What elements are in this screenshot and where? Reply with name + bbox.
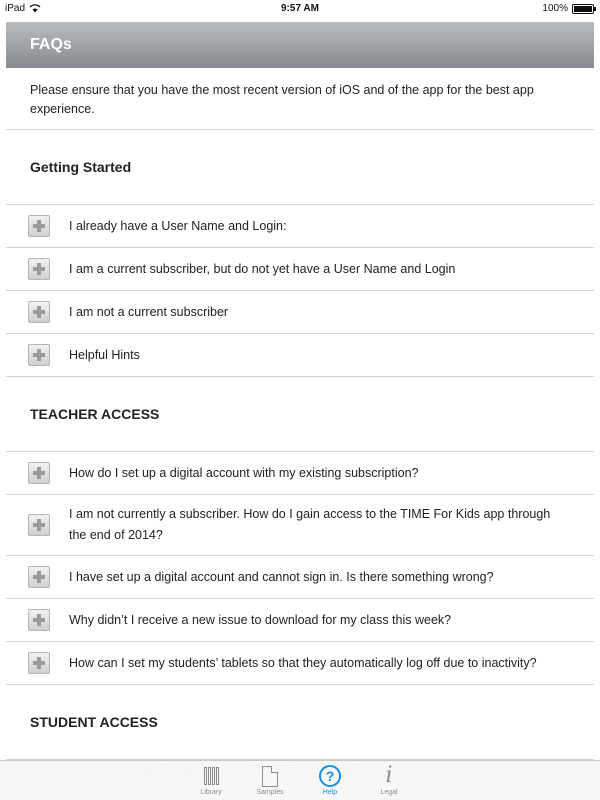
- expand-plus-icon[interactable]: [28, 215, 50, 237]
- faq-item[interactable]: I have set up a digital account and cann…: [6, 556, 594, 599]
- page-title: FAQs: [30, 36, 72, 53]
- tab-label: Samples: [256, 789, 284, 796]
- faq-question: How can I set my students’ tablets so th…: [69, 655, 537, 670]
- tab-bar: Library Samples ? Help i Legal: [0, 760, 600, 800]
- tab-samples[interactable]: Samples: [245, 763, 295, 796]
- battery-icon: [572, 3, 596, 14]
- tab-label: Legal: [380, 789, 398, 796]
- faq-question: I already have a User Name and Login:: [69, 218, 287, 233]
- tab-legal[interactable]: i Legal: [364, 763, 414, 797]
- faq-question: Why didn’t I receive a new issue to down…: [69, 612, 452, 627]
- tab-label: Help: [322, 789, 338, 796]
- expand-plus-icon[interactable]: [28, 514, 50, 536]
- expand-plus-icon[interactable]: [28, 652, 50, 674]
- status-bar: iPad 9:57 AM 100%: [0, 0, 600, 18]
- info-icon: i: [385, 763, 393, 788]
- faq-item[interactable]: I am not a current subscriber: [6, 291, 594, 334]
- tab-library[interactable]: Library: [186, 763, 236, 796]
- library-icon: [203, 767, 219, 785]
- faq-question: How do I set up a digital account with m…: [69, 465, 419, 480]
- clock: 9:57 AM: [281, 3, 319, 14]
- faq-question: I am not currently a subscriber. How do …: [69, 507, 551, 542]
- expand-plus-icon[interactable]: [28, 462, 50, 484]
- nav-header: FAQs: [6, 22, 594, 68]
- document-icon: [262, 765, 278, 787]
- faq-item[interactable]: Helpful Hints: [6, 334, 594, 377]
- intro-text: Please ensure that you have the most rec…: [6, 68, 594, 130]
- expand-plus-icon[interactable]: [28, 344, 50, 366]
- faq-item[interactable]: Why didn’t I receive a new issue to down…: [6, 599, 594, 642]
- section-title-teacher-access: TEACHER ACCESS: [6, 377, 594, 452]
- faq-item[interactable]: I am not currently a subscriber. How do …: [6, 495, 594, 556]
- faq-question: I am a current subscriber, but do not ye…: [69, 261, 456, 276]
- expand-plus-icon[interactable]: [28, 258, 50, 280]
- help-icon: ?: [319, 765, 341, 787]
- expand-plus-icon[interactable]: [28, 301, 50, 323]
- battery-percent: 100%: [542, 3, 568, 14]
- faq-item[interactable]: I am a current subscriber, but do not ye…: [6, 248, 594, 291]
- section-title-getting-started: Getting Started: [6, 130, 594, 205]
- faq-question: I have set up a digital account and cann…: [69, 569, 494, 584]
- tab-label: Library: [200, 789, 222, 796]
- tab-help[interactable]: ? Help: [305, 763, 355, 796]
- faq-item[interactable]: How can I set my students’ tablets so th…: [6, 642, 594, 685]
- expand-plus-icon[interactable]: [28, 609, 50, 631]
- status-right: 100%: [542, 3, 596, 14]
- faq-item[interactable]: How do I set up a digital account with m…: [6, 452, 594, 495]
- faq-item[interactable]: I already have a User Name and Login:: [6, 205, 594, 248]
- expand-plus-icon[interactable]: [28, 566, 50, 588]
- faq-content: Please ensure that you have the most rec…: [6, 68, 594, 800]
